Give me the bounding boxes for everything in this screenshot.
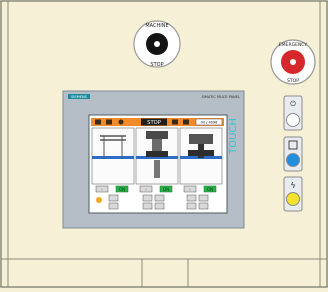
station-1-step-button-2[interactable]: [108, 202, 119, 210]
machine-stop-label-top: MACHINE: [145, 23, 168, 29]
station-1-step-button[interactable]: [108, 194, 119, 202]
station-1: [91, 127, 135, 185]
svg-text:ON: ON: [207, 187, 213, 192]
emergency-stop-label-bottom: STOP: [287, 78, 299, 84]
station-3-step-button-3[interactable]: [186, 202, 197, 210]
counter-value: 00 / 4096: [201, 121, 218, 125]
cabinet-drawing: MACHINE STOP EMERGENCY STOP ⏻ ϟ SIEMENS …: [0, 0, 328, 288]
power-off-button[interactable]: ⏻: [283, 95, 303, 131]
power-icon: ⏻: [290, 100, 296, 108]
fault-icon: ϟ: [290, 181, 295, 190]
recycle-icon[interactable]: [118, 119, 124, 125]
stop-status-label: STOP: [147, 120, 161, 126]
station-2: [135, 127, 179, 185]
model-label: SIMATIC MULTI PANEL: [201, 95, 240, 99]
station-3-step-button-2[interactable]: [198, 194, 209, 202]
station-2-step-button-2[interactable]: [154, 194, 165, 202]
brand-label: SIEMENS: [71, 95, 88, 99]
svg-text:ON: ON: [119, 187, 125, 192]
reset-button[interactable]: [283, 136, 303, 172]
station-3-step-button-4[interactable]: [198, 202, 209, 210]
emergency-stop-label-top: EMERGENCY: [279, 42, 307, 48]
fault-reset-button[interactable]: ϟ: [283, 176, 303, 212]
station-2-step-button-3[interactable]: [142, 202, 153, 210]
machine-stop-button[interactable]: MACHINE STOP: [133, 20, 181, 68]
lock-icon[interactable]: [183, 119, 189, 125]
touch-label: TOUCH: [228, 118, 239, 155]
machine-stop-label-bottom: STOP: [150, 62, 163, 68]
hmi-panel: SIEMENS SIMATIC MULTI PANEL TOUCH STOP 0…: [62, 90, 245, 229]
tools-icon[interactable]: [172, 119, 178, 125]
home-icon[interactable]: [95, 119, 101, 125]
emergency-stop-button[interactable]: EMERGENCY STOP: [270, 39, 316, 85]
control-cabinet: MACHINE STOP EMERGENCY STOP ⏻ ϟ SIEMENS …: [0, 0, 328, 288]
station-3: [179, 127, 223, 185]
station-3-step-button[interactable]: [186, 194, 197, 202]
station-1-indicator: [96, 197, 102, 203]
station-2-step-button[interactable]: [142, 194, 153, 202]
svg-text:ON: ON: [163, 187, 169, 192]
station-2-step-button-4[interactable]: [154, 202, 165, 210]
settings-icon[interactable]: [106, 119, 112, 125]
